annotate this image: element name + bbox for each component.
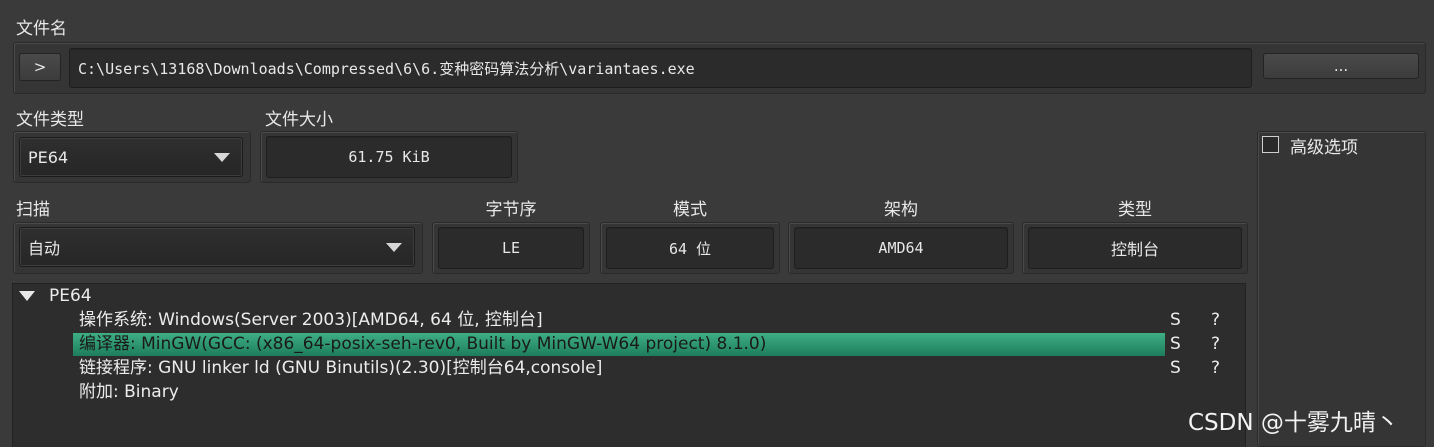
mode-label: 模式 <box>673 200 707 220</box>
type-label: 类型 <box>1118 200 1152 220</box>
signature-button[interactable]: S <box>1170 309 1181 332</box>
file-name-label: 文件名 <box>16 19 67 39</box>
type-value: 控制台 <box>1028 227 1242 269</box>
expand-button[interactable]: > <box>19 53 61 81</box>
info-button[interactable]: ? <box>1211 333 1220 356</box>
chevron-right-icon: > <box>33 58 47 76</box>
arch-label: 架构 <box>884 200 918 220</box>
signature-button[interactable]: S <box>1170 357 1181 380</box>
advanced-checkbox[interactable] <box>1262 136 1279 153</box>
file-size-value: 61.75 KiB <box>266 136 512 178</box>
chevron-down-icon <box>214 153 230 162</box>
file-path-text: C:\Users\13168\Downloads\Compressed\6\6.… <box>78 59 695 78</box>
tree-root-label[interactable]: PE64 <box>49 286 92 307</box>
file-type-select[interactable]: PE64 <box>19 137 243 177</box>
info-button[interactable]: ? <box>1211 309 1220 332</box>
file-size-label: 文件大小 <box>265 110 333 130</box>
tree-row-text: 链接程序: GNU linker ld (GNU Binutils)(2.30)… <box>79 358 603 378</box>
file-path-field[interactable]: C:\Users\13168\Downloads\Compressed\6\6.… <box>69 48 1252 88</box>
tree-row-text: 操作系统: Windows(Server 2003)[AMD64, 64 位, … <box>79 310 543 330</box>
tree-row-compiler[interactable]: 编译器: MinGW(GCC: (x86_64-posix-seh-rev0, … <box>73 333 1165 356</box>
scan-label: 扫描 <box>16 200 50 220</box>
endianness-label: 字节序 <box>485 200 537 220</box>
watermark-text: CSDN @十雾九晴丶 <box>1188 410 1399 436</box>
die-main-window: 文件名 > C:\Users\13168\Downloads\Compresse… <box>0 0 1434 447</box>
file-type-value: PE64 <box>28 147 69 167</box>
advanced-label: 高级选项 <box>1290 138 1358 158</box>
info-button[interactable]: ? <box>1211 357 1220 380</box>
mode-value: 64 位 <box>606 227 774 269</box>
chevron-down-icon <box>386 243 402 252</box>
scan-value: 自动 <box>28 239 61 258</box>
advanced-panel <box>1257 131 1426 447</box>
tree-row-text: 附加: Binary <box>79 382 179 402</box>
browse-button[interactable]: ... <box>1263 53 1419 79</box>
scan-select[interactable]: 自动 <box>19 227 415 267</box>
signature-button[interactable]: S <box>1170 333 1181 356</box>
arch-value: AMD64 <box>794 227 1008 269</box>
tree-row-text: 编译器: MinGW(GCC: (x86_64-posix-seh-rev0, … <box>79 334 767 354</box>
endianness-value: LE <box>438 227 584 269</box>
collapse-arrow-icon[interactable] <box>19 291 35 301</box>
file-type-label: 文件类型 <box>16 110 84 130</box>
